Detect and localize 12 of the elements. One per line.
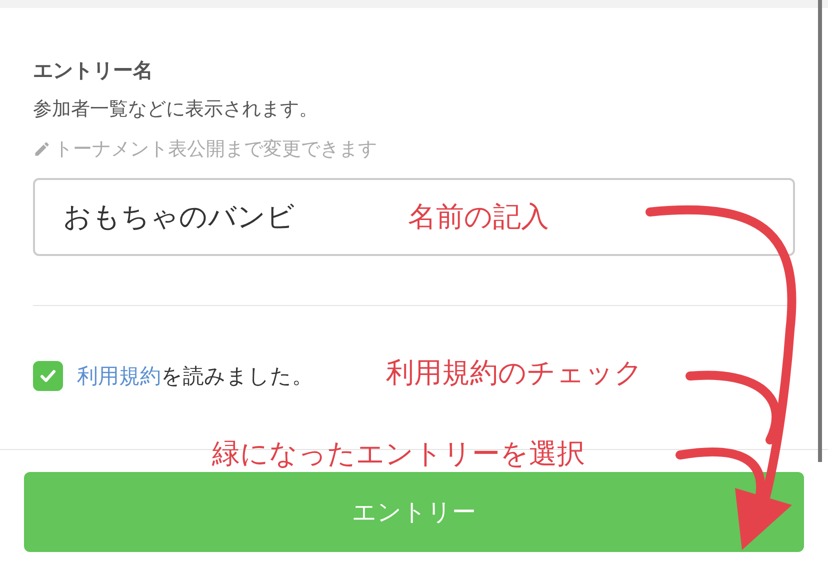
terms-agreement-text: 利用規約を読みました。 [77,363,313,390]
entry-button[interactable]: エントリー [24,472,804,552]
terms-checkbox[interactable] [33,361,63,391]
annotation-text: 名前の記入 [408,200,549,234]
field-label: エントリー名 [33,57,154,84]
terms-link[interactable]: 利用規約 [77,364,161,388]
field-description: 参加者一覧などに表示されます。 [33,97,319,122]
pencil-icon [33,140,51,158]
hint-text: トーナメント表公開まで変更できます [54,137,377,162]
annotation-text: 利用規約のチェック [386,356,643,390]
check-icon [39,367,57,385]
annotation-text: 緑になったエントリーを選択 [212,437,585,471]
